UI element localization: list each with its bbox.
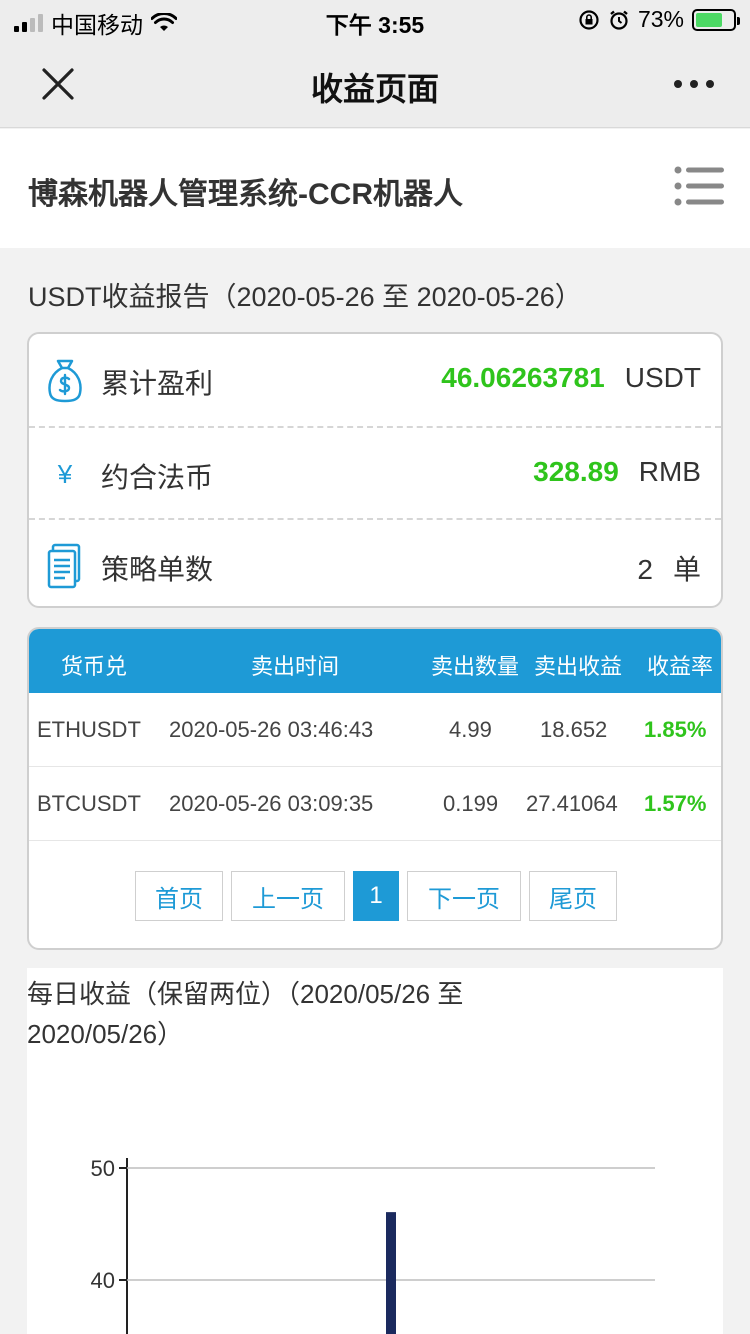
cell-rate: 1.57%	[644, 791, 707, 816]
fiat-value: 328.89	[533, 456, 619, 487]
prev-page-button[interactable]: 上一页	[231, 871, 345, 921]
battery-percent: 73%	[637, 6, 684, 32]
summary-value: 2 单	[637, 548, 701, 588]
status-right: 73%	[578, 6, 740, 33]
column-header: 收益率	[647, 654, 714, 679]
battery-icon	[692, 8, 740, 31]
bar	[386, 1212, 396, 1334]
last-page-button[interactable]: 尾页	[529, 871, 617, 921]
cell-time: 2020-05-26 03:46:43	[169, 717, 374, 742]
daily-profit-chart: 50 40	[91, 1156, 655, 1334]
summary-card: 累计盈利 46.06263781 USDT ¥ 约合法币 328.89 RMB …	[27, 332, 723, 608]
column-header: 货币兑	[61, 654, 128, 679]
next-page-button[interactable]: 下一页	[407, 871, 521, 921]
summary-row-profit: 累计盈利 46.06263781 USDT	[29, 334, 721, 426]
battery-fill	[696, 12, 723, 27]
profit-value: 46.06263781	[441, 362, 605, 393]
alarm-icon	[610, 10, 628, 30]
menu-icon[interactable]	[674, 165, 724, 207]
more-icon[interactable]	[674, 70, 714, 98]
profit-unit: USDT	[624, 362, 701, 393]
cell-qty: 0.199	[443, 791, 499, 816]
daily-profit-section: 每日收益（保留两位）（2020/05/26 至 2020/05/26） 50 40	[27, 968, 723, 1334]
summary-label: 策略单数	[101, 554, 214, 585]
cell-qty: 4.99	[449, 717, 492, 742]
current-page-button[interactable]: 1	[353, 871, 399, 921]
app-title: 博森机器人管理系统-CCR机器人	[28, 178, 463, 211]
cell-pair: BTCUSDT	[37, 791, 141, 816]
first-page-button[interactable]: 首页	[135, 871, 223, 921]
report-title: USDT收益报告（2020-05-26 至 2020-05-26）	[28, 282, 582, 312]
column-header: 卖出数量	[431, 654, 520, 679]
app-header: 博森机器人管理系统-CCR机器人	[0, 129, 750, 248]
yen-icon: ¥	[57, 458, 73, 489]
status-bar: 中国移动 下午 3:55 73%	[0, 0, 750, 40]
summary-value: 46.06263781 USDT	[441, 362, 701, 394]
y-tick-label: 50	[91, 1156, 115, 1181]
fiat-unit: RMB	[638, 456, 701, 487]
summary-value: 328.89 RMB	[533, 456, 701, 488]
summary-label: 约合法币	[101, 462, 214, 493]
column-header: 卖出时间	[251, 654, 340, 679]
page-title: 收益页面	[310, 71, 439, 107]
cell-pair: ETHUSDT	[37, 717, 141, 742]
money-bag-icon	[45, 356, 85, 404]
cell-rate: 1.85%	[644, 717, 707, 742]
pagination: 首页 上一页 1 下一页 尾页	[29, 871, 721, 921]
cell-time: 2020-05-26 03:09:35	[169, 791, 374, 816]
cell-profit: 27.41064	[526, 791, 618, 816]
table-row: ETHUSDT 2020-05-26 03:46:43 4.99 18.652 …	[29, 693, 721, 767]
document-icon	[45, 542, 85, 590]
rotation-lock-icon	[579, 9, 599, 30]
table-row: BTCUSDT 2020-05-26 03:09:35 0.199 27.410…	[29, 767, 721, 841]
summary-row-orders: 策略单数 2 单	[29, 518, 721, 610]
column-header: 卖出收益	[534, 654, 623, 679]
table-header: 货币兑 卖出时间 卖出数量 卖出收益 收益率	[29, 629, 721, 693]
trades-card: 货币兑 卖出时间 卖出数量 卖出收益 收益率 ETHUSDT 2020-05-2…	[27, 627, 723, 950]
summary-label: 累计盈利	[101, 368, 214, 399]
summary-row-fiat: ¥ 约合法币 328.89 RMB	[29, 426, 721, 518]
nav-bar: 收益页面	[0, 40, 750, 128]
orders-unit: 单	[672, 554, 701, 585]
cell-profit: 18.652	[540, 717, 608, 742]
y-tick-label: 40	[91, 1268, 115, 1293]
daily-title: 每日收益（保留两位）（2020/05/26 至 2020/05/26）	[27, 979, 464, 1049]
orders-value: 2	[637, 554, 653, 585]
